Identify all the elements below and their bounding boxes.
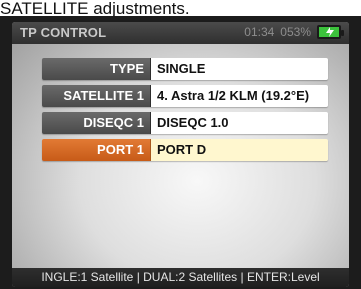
battery-percent: 053%: [280, 25, 311, 39]
menu-value-port-1: PORT D: [150, 139, 328, 161]
menu-label-diseqc-1: DISEQC 1: [42, 112, 150, 134]
menu-row-diseqc-1[interactable]: DISEQC 1 DISEQC 1.0: [42, 112, 328, 134]
menu-value-satellite-1: 4. Astra 1/2 KLM (19.2°E): [150, 85, 328, 107]
menu-label-port-1: PORT 1: [42, 139, 150, 161]
battery-charging-icon: [317, 25, 344, 39]
menu-label-type: TYPE: [42, 58, 150, 80]
help-footer: INGLE:1 Satellite | DUAL:2 Satellites | …: [12, 268, 349, 287]
menu-row-port-1[interactable]: PORT 1 PORT D: [42, 139, 328, 161]
time-display: 01:34: [244, 25, 275, 39]
menu-row-satellite-1[interactable]: SATELLITE 1 4. Astra 1/2 KLM (19.2°E): [42, 85, 328, 107]
menu-value-type: SINGLE: [150, 58, 328, 80]
settings-menu: TYPE SINGLE SATELLITE 1 4. Astra 1/2 KLM…: [42, 58, 328, 166]
title-bar: TP CONTROL 01:34 053%: [12, 22, 349, 44]
screen-title: TP CONTROL: [20, 25, 107, 40]
menu-value-diseqc-1: DISEQC 1.0: [150, 112, 328, 134]
menu-row-type[interactable]: TYPE SINGLE: [42, 58, 328, 80]
device-screen: TP CONTROL 01:34 053% TYPE SINGLE SATELL…: [12, 22, 349, 287]
charging-bolt-icon: [326, 27, 334, 37]
menu-label-satellite-1: SATELLITE 1: [42, 85, 150, 107]
status-area: 01:34 053%: [244, 25, 344, 39]
